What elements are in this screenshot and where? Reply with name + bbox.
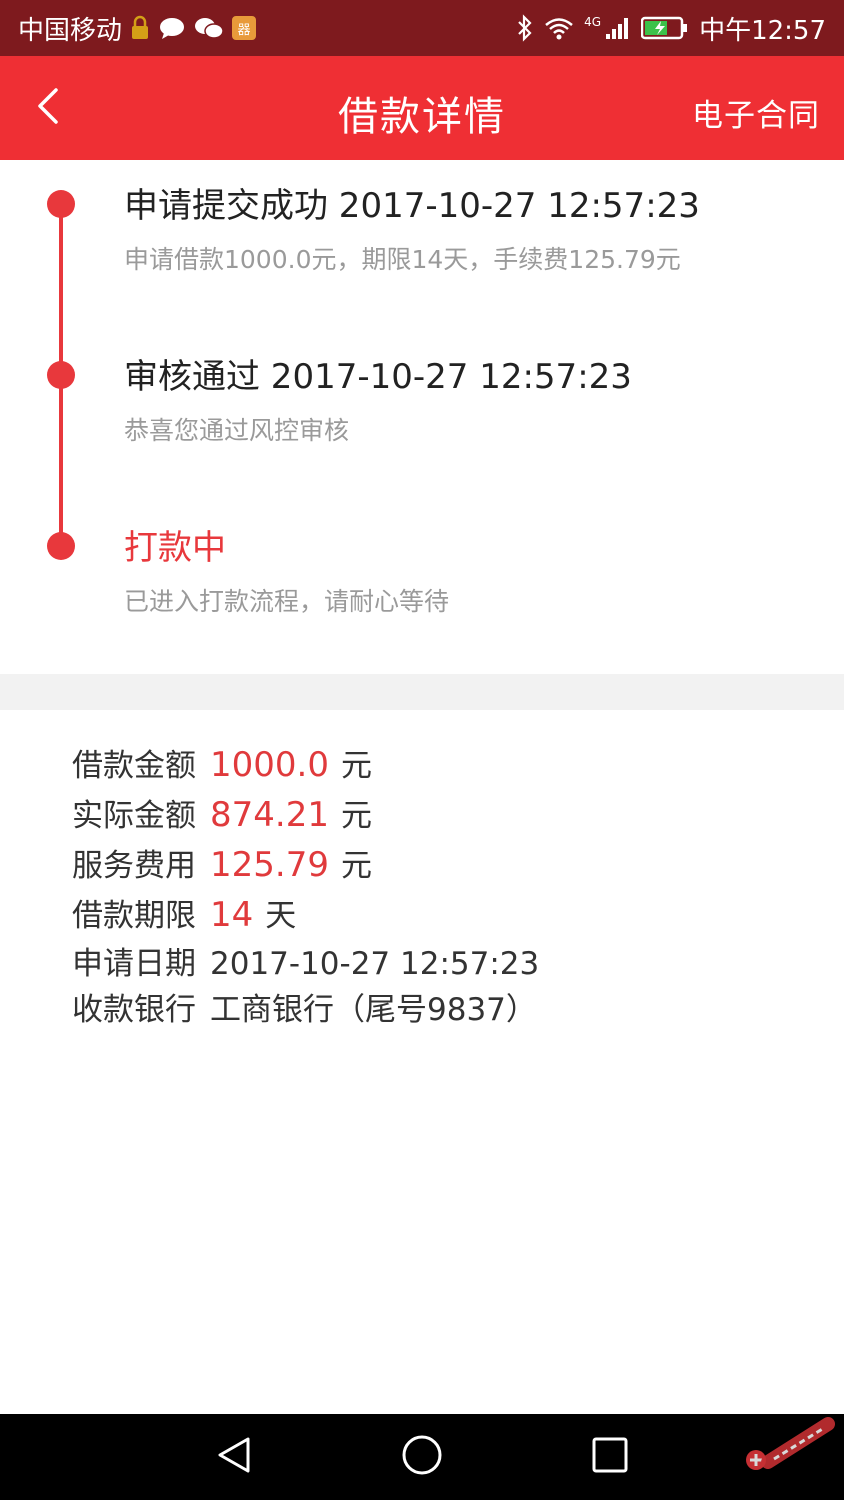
wechat-icon [194,16,224,40]
step-description: 已进入打款流程，请耐心等待 [124,587,450,616]
detail-value: 工商银行（尾号9837） [210,992,537,1028]
status-bar: 中国移动 器 4G 中午12:57 [0,0,844,56]
lock-icon [130,15,150,41]
detail-value: 125.79 [210,845,329,885]
status-right: 4G 中午12:57 [516,10,826,47]
detail-label: 申请日期 [72,946,196,982]
carrier-label: 中国移动 [18,15,123,46]
status-left: 中国移动 器 [18,10,257,47]
electronic-contract-link[interactable]: 电子合同 [692,90,820,135]
nav-recents-button[interactable] [588,1435,632,1479]
detail-value: 874.21 [210,795,329,835]
step-title: 申请提交成功 2017-10-27 12:57:23 [124,186,700,226]
detail-row-loan-amount: 借款金额 1000.0 元 [72,740,372,785]
detail-unit: 元 [340,748,372,784]
detail-value: 1000.0 [210,745,329,785]
detail-label: 借款期限 [72,898,196,934]
app-header: 借款详情 电子合同 [0,56,844,160]
detail-label: 收款银行 [72,992,196,1028]
clock-label: 中午12:57 [699,15,826,46]
detail-label: 借款金额 [72,748,196,784]
detail-row-receiving-bank: 收款银行 工商银行（尾号9837） [72,984,549,1029]
step-title: 打款中 [124,528,226,568]
detail-row-actual-amount: 实际金额 874.21 元 [72,790,372,835]
loan-details: 借款金额 1000.0 元 实际金额 874.21 元 服务费用 125.79 … [0,710,844,1414]
battery-icon [641,15,689,41]
timeline-dot [47,190,75,218]
step-description: 申请借款1000.0元，期限14天，手续费125.79元 [124,245,681,274]
nav-back-button[interactable] [212,1435,256,1479]
detail-unit: 元 [340,848,372,884]
circle-home-icon [401,1434,443,1480]
detail-row-loan-term: 借款期限 14 天 [72,890,296,935]
step-title: 审核通过 2017-10-27 12:57:23 [124,357,632,397]
bluetooth-icon [516,14,534,42]
watermark-logo [736,1410,836,1480]
triangle-back-icon [216,1435,252,1479]
app-badge-icon: 器 [232,16,257,40]
timeline-dot [47,361,75,389]
detail-label: 服务费用 [72,848,196,884]
detail-row-apply-date: 申请日期 2017-10-27 12:57:23 [72,938,551,983]
message-icon [158,16,186,40]
detail-row-service-fee: 服务费用 125.79 元 [72,840,372,885]
detail-unit: 元 [340,798,372,834]
wifi-icon [544,16,574,40]
section-divider [0,674,844,710]
timeline-dot [47,532,75,560]
signal-icon [605,16,631,40]
nav-home-button[interactable] [400,1435,444,1479]
step-description: 恭喜您通过风控审核 [124,416,350,445]
detail-label: 实际金额 [72,798,196,834]
loan-progress-timeline: 申请提交成功 2017-10-27 12:57:23 申请借款1000.0元，期… [0,160,844,674]
detail-unit: 天 [265,898,297,934]
detail-value: 2017-10-27 12:57:23 [210,946,540,982]
system-nav-bar [0,1414,844,1500]
detail-value: 14 [210,895,254,935]
square-recents-icon [591,1436,629,1478]
network-type-label: 4G [584,15,602,29]
